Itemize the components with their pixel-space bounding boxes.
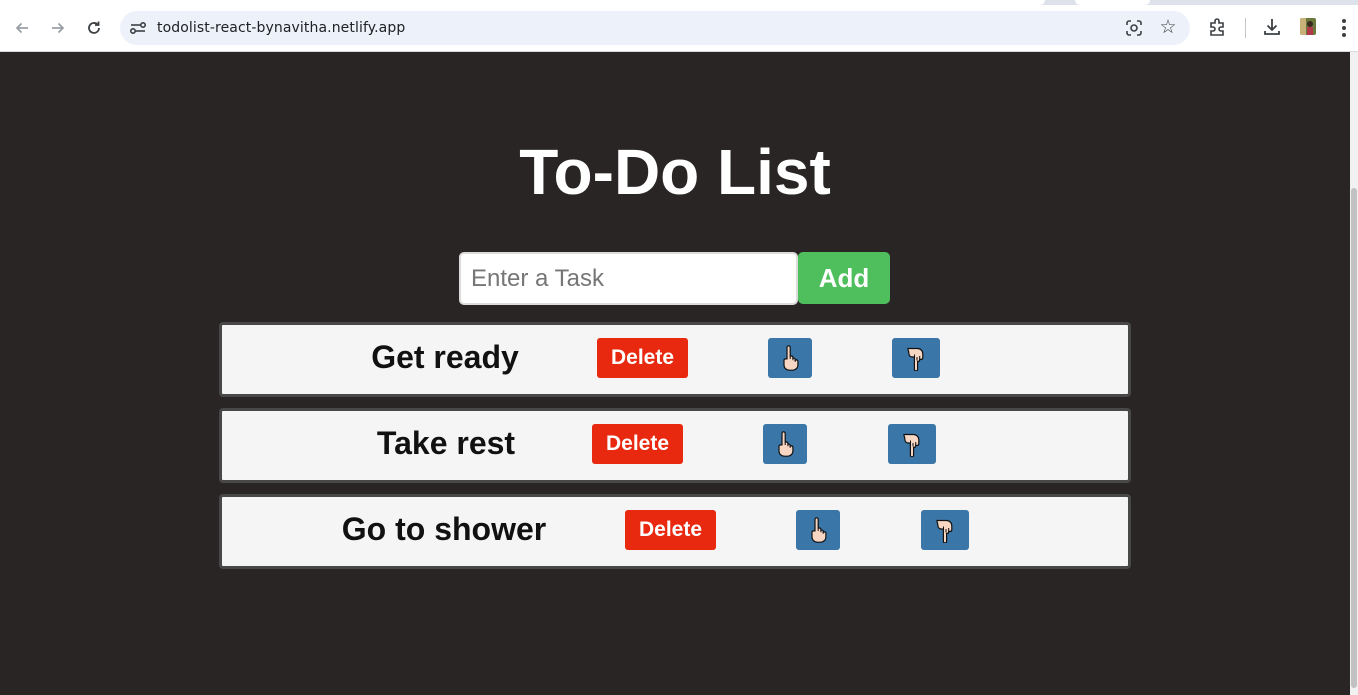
new-tab-area[interactable]: [1075, 0, 1150, 5]
move-up-button[interactable]: [768, 338, 812, 378]
pointing-up-hand-icon: [778, 431, 794, 457]
move-down-button[interactable]: [892, 338, 940, 378]
task-input[interactable]: [459, 252, 798, 305]
tab-strip: [0, 0, 1358, 5]
pointing-down-hand-icon: [936, 519, 953, 543]
browser-toolbar: todolist-react-bynavitha.netlify.app ☆: [0, 0, 1358, 52]
page-title: To-Do List: [519, 136, 831, 208]
site-info-icon[interactable]: [128, 18, 148, 38]
task-text: Take rest: [376, 425, 516, 461]
scrollbar-thumb[interactable]: [1351, 188, 1357, 688]
profile-avatar[interactable]: [1300, 18, 1316, 35]
puzzle-icon[interactable]: [1207, 16, 1229, 38]
pointing-down-hand-icon: [903, 433, 920, 457]
kebab-menu-icon[interactable]: [1336, 16, 1352, 40]
task-item: Get ready Delete: [219, 322, 1131, 397]
pointing-up-hand-icon: [783, 345, 799, 371]
toolbar-divider: [1245, 18, 1246, 38]
page-body: To-Do List Add Get ready Delete Take res…: [0, 52, 1350, 695]
url-text[interactable]: todolist-react-bynavitha.netlify.app: [157, 20, 405, 36]
delete-button[interactable]: Delete: [597, 338, 688, 378]
task-item: Go to shower Delete: [219, 494, 1131, 569]
vertical-scrollbar[interactable]: [1350, 52, 1358, 695]
delete-button[interactable]: Delete: [625, 510, 716, 550]
google-lens-icon[interactable]: [1125, 19, 1143, 37]
move-up-button[interactable]: [763, 424, 807, 464]
pointing-up-hand-icon: [811, 517, 827, 543]
active-tab[interactable]: [0, 0, 1045, 5]
forward-arrow-icon[interactable]: [44, 14, 72, 42]
task-text: Go to shower: [341, 511, 547, 547]
add-button[interactable]: Add: [798, 252, 890, 304]
task-text: Get ready: [371, 339, 519, 375]
reload-icon[interactable]: [80, 14, 108, 42]
delete-button[interactable]: Delete: [592, 424, 683, 464]
move-up-button[interactable]: [796, 510, 840, 550]
task-item: Take rest Delete: [219, 408, 1131, 483]
pointing-down-hand-icon: [907, 347, 924, 371]
move-down-button[interactable]: [921, 510, 969, 550]
back-arrow-icon[interactable]: [8, 14, 36, 42]
star-icon[interactable]: ☆: [1157, 16, 1179, 38]
download-icon[interactable]: [1261, 16, 1283, 38]
move-down-button[interactable]: [888, 424, 936, 464]
address-bar[interactable]: todolist-react-bynavitha.netlify.app ☆: [120, 11, 1190, 45]
